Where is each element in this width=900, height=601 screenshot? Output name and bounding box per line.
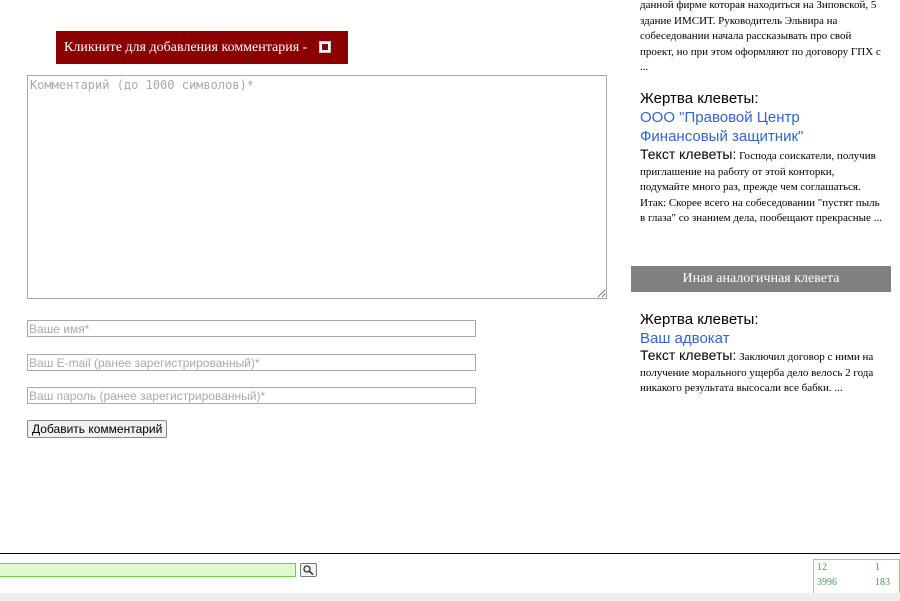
counter-value-c: 3996 [817, 577, 837, 588]
similar-slander-text-label: Текст клеветы: [640, 347, 737, 363]
magnifier-icon [303, 565, 314, 575]
similar-victim-link[interactable]: Ваш адвокат [640, 329, 880, 348]
add-comment-toggle-label: Кликните для добавления комментария - [64, 39, 308, 55]
victim-label: Жертва клеветы: [640, 90, 759, 107]
add-comment-button[interactable]: Добавить комментарий [27, 420, 168, 438]
counter-value-b: 1 [875, 562, 880, 573]
comment-textarea[interactable] [27, 75, 607, 299]
search-button[interactable] [300, 563, 317, 577]
name-field[interactable] [27, 320, 476, 337]
add-comment-checkbox[interactable] [319, 40, 332, 53]
visit-counter[interactable]: 12 1 3996 183 [813, 559, 900, 594]
password-field[interactable] [27, 387, 476, 404]
add-comment-toggle[interactable]: Кликните для добавления комментария - [56, 31, 348, 64]
search-input[interactable] [0, 563, 296, 577]
email-field[interactable] [27, 354, 476, 371]
footer-divider [0, 553, 900, 554]
footer-band [0, 593, 900, 601]
counter-value-a: 12 [817, 562, 827, 573]
similar-slander-header: Иная аналогичная клевета [631, 266, 891, 292]
slander-text-block: Текст клеветы: Господа соискатели, получ… [640, 146, 885, 227]
similar-victim-label: Жертва клеветы: [640, 311, 759, 328]
slander-text-label: Текст клеветы: [640, 146, 737, 162]
similar-slander-text-block: Текст клеветы: Заключил договор с ними н… [640, 347, 885, 397]
sidebar-top-snippet: данной фирме которая находиться на Зипов… [640, 0, 881, 73]
victim-link[interactable]: ООО "Правовой Центр Финансовый защитник" [640, 108, 880, 146]
counter-value-d: 183 [875, 577, 890, 588]
